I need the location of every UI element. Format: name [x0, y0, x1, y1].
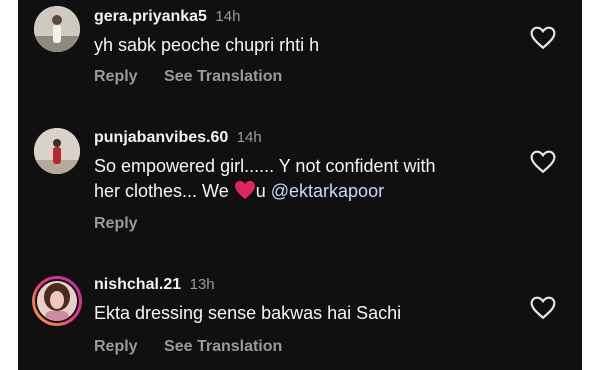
- comment-text-line: So empowered girl...... Y not confident …: [94, 156, 436, 176]
- comment-meta: nishchal.21 13h: [94, 276, 215, 294]
- comment-text: Ekta dressing sense bakwas hai Sachi: [94, 303, 402, 323]
- comments-panel: gera.priyanka5 14h yh sabk peoche chupri…: [18, 0, 582, 370]
- comment-text: So empowered girl...... Y not confident …: [94, 154, 534, 207]
- see-translation-button[interactable]: See Translation: [164, 338, 282, 355]
- reply-button[interactable]: Reply: [94, 215, 138, 232]
- username[interactable]: gera.priyanka5: [94, 8, 207, 25]
- avatar[interactable]: [32, 276, 82, 326]
- comment-meta: punjabanvibes.60 14h: [94, 129, 262, 147]
- avatar-image: [35, 279, 79, 323]
- comment-text-segment: u: [255, 181, 271, 201]
- comment-meta: gera.priyanka5 14h: [94, 8, 240, 26]
- like-heart-icon[interactable]: [530, 296, 556, 320]
- username[interactable]: nishchal.21: [94, 276, 181, 293]
- like-heart-icon[interactable]: [530, 150, 556, 174]
- mention-link[interactable]: @ektarkapoor: [271, 181, 384, 201]
- comment-text-segment: her clothes... We: [94, 181, 234, 201]
- comment-actions: Reply: [94, 215, 160, 233]
- comment-text-line: her clothes... We u @ektarkapoor: [94, 179, 534, 207]
- like-heart-icon[interactable]: [530, 26, 556, 50]
- red-heart-emoji-icon: [234, 180, 256, 207]
- comment-text: yh sabk peoche chupri rhti h: [94, 35, 320, 55]
- reply-button[interactable]: Reply: [94, 338, 138, 355]
- timestamp: 13h: [189, 276, 215, 293]
- reply-button[interactable]: Reply: [94, 68, 138, 85]
- avatar[interactable]: [34, 6, 80, 52]
- timestamp: 14h: [236, 129, 262, 146]
- see-translation-button[interactable]: See Translation: [164, 68, 282, 85]
- avatar[interactable]: [34, 128, 80, 174]
- timestamp: 14h: [215, 8, 241, 25]
- comment-actions: Reply See Translation: [94, 338, 304, 356]
- comment-actions: Reply See Translation: [94, 68, 304, 86]
- username[interactable]: punjabanvibes.60: [94, 129, 228, 146]
